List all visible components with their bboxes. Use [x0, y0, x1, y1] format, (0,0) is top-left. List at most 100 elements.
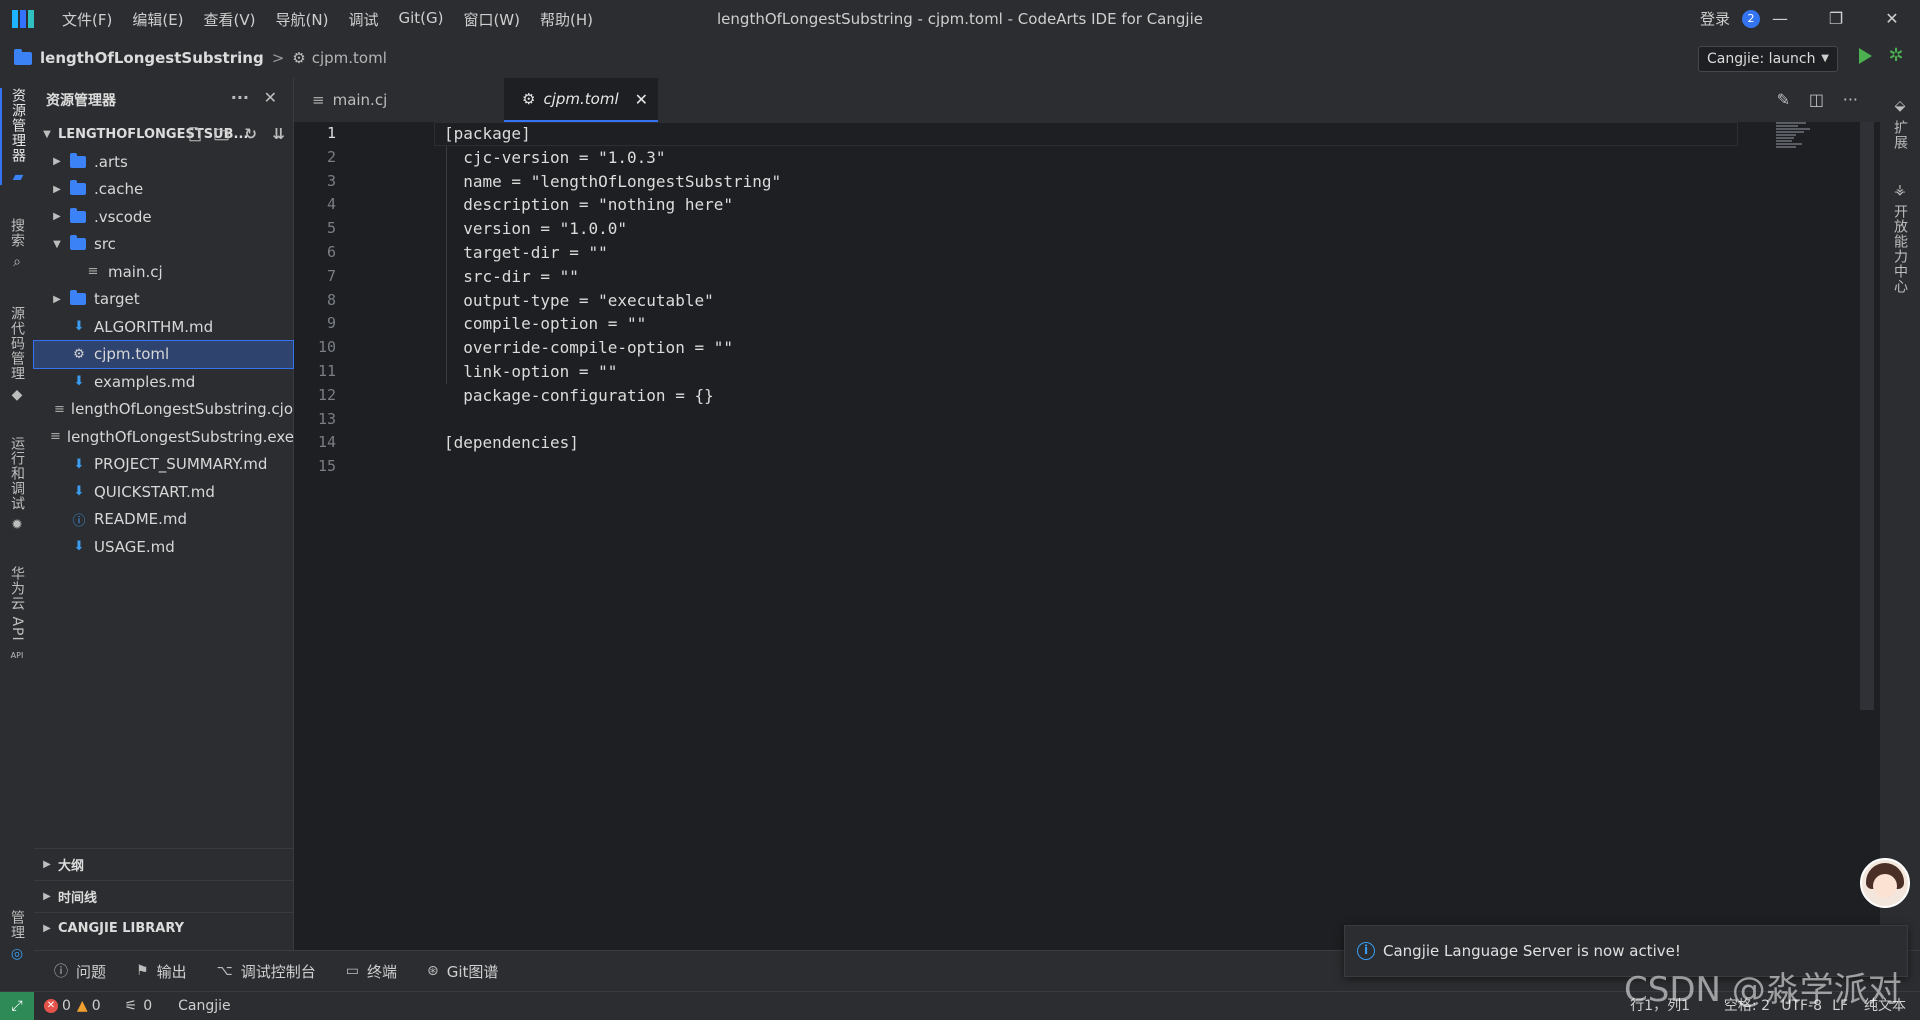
code-line[interactable]: [dependencies]: [444, 431, 781, 455]
code-line[interactable]: package-configuration = {}: [444, 384, 781, 408]
section-cangjie-library[interactable]: ▶ CANGJIE LIBRARY: [34, 912, 293, 944]
run-icon[interactable]: [1859, 48, 1872, 64]
tree-item[interactable]: ⬇ PROJECT_SUMMARY.md: [34, 451, 293, 479]
activity-extensions[interactable]: ⬙ 扩展: [1880, 92, 1920, 150]
project-root[interactable]: ▼ LENGTHOFLONGESTSUB... 🗋 🗀 ↻ ⇊: [34, 122, 293, 146]
minimap[interactable]: [1776, 122, 1820, 152]
more-icon[interactable]: ···: [1843, 90, 1858, 109]
activity-run-debug[interactable]: 运行和调试 ✹: [0, 436, 34, 533]
code-line[interactable]: link-option = "": [444, 360, 781, 384]
minimize-button[interactable]: —: [1752, 0, 1808, 38]
refresh-icon[interactable]: ↻: [244, 125, 257, 143]
tree-item[interactable]: ⓘ README.md: [34, 506, 293, 534]
menu-edit[interactable]: 编辑(E): [122, 9, 193, 30]
status-ports[interactable]: ⚟ 0: [125, 998, 152, 1014]
launch-config-value: Cangjie: launch: [1707, 51, 1816, 67]
tree-item[interactable]: ≡ main.cj: [34, 258, 293, 286]
tree-item[interactable]: ▼ src: [34, 231, 293, 259]
tree-item[interactable]: ≡ lengthOfLongestSubstring.exe: [34, 423, 294, 451]
launch-config-select[interactable]: Cangjie: launch ▼: [1698, 46, 1838, 72]
activity-huawei-api[interactable]: 华为云 API API: [0, 566, 34, 664]
assistant-avatar[interactable]: [1860, 858, 1910, 908]
menu-navigate[interactable]: 导航(N): [266, 9, 339, 30]
code-content[interactable]: [package] cjc-version = "1.0.3" name = "…: [444, 122, 781, 479]
folder-icon: [70, 290, 86, 306]
activity-source-control-label: 源代码管理: [9, 306, 25, 381]
activity-manage[interactable]: 管理 ◎: [0, 910, 34, 962]
editor-scrollbar[interactable]: [1860, 122, 1874, 710]
tree-item[interactable]: ≡ lengthOfLongestSubstring.cjo: [34, 396, 293, 424]
tree-item[interactable]: ⬇ ALGORITHM.md: [34, 313, 293, 341]
menu-help[interactable]: 帮助(H): [530, 9, 603, 30]
section-timeline[interactable]: ▶ 时间线: [34, 880, 293, 912]
breadcrumb-file[interactable]: cjpm.toml: [312, 49, 387, 67]
code-editor[interactable]: 1 2 3 4 5 6 7 8 9 10 11 12 13 14 15 [package] cjc-vers…: [294, 122, 1920, 950]
debug-run-icon[interactable]: ✲: [1886, 46, 1906, 66]
broadcast-icon: ⚟: [124, 998, 138, 1014]
activity-source-control[interactable]: 源代码管理 ◆: [0, 306, 34, 403]
tree-item[interactable]: ⚙ cjpm.toml: [33, 339, 294, 369]
tree-item[interactable]: ▶ .arts: [34, 148, 293, 176]
tree-item-label: lengthOfLongestSubstring.cjo: [70, 400, 293, 419]
status-port-count: 0: [143, 998, 153, 1014]
tab-main-cj[interactable]: ≡ main.cj: [294, 78, 504, 122]
activity-search[interactable]: 搜索 ⌕: [0, 218, 34, 270]
panel-tab-git-graph[interactable]: ⊛ Git图谱: [427, 961, 498, 982]
more-icon[interactable]: ···: [231, 88, 249, 107]
panel-tab-terminal[interactable]: ▭ 终端: [346, 961, 397, 982]
code-line[interactable]: name = "lengthOfLongestSubstring": [444, 170, 781, 194]
code-line[interactable]: [package]: [444, 122, 781, 146]
activity-open-capability[interactable]: ⚶ 开放能力中心: [1880, 176, 1920, 294]
tree-item[interactable]: ⬇ examples.md: [34, 368, 293, 396]
new-file-icon[interactable]: 🗋: [189, 125, 201, 150]
panel-tab-output[interactable]: ⚑ 输出: [136, 961, 187, 982]
remote-icon[interactable]: ⤢: [0, 991, 34, 1020]
code-line[interactable]: [444, 455, 781, 479]
section-outline[interactable]: ▶ 大纲: [34, 848, 293, 880]
panel-tab-output-label: 输出: [156, 962, 187, 981]
login-button[interactable]: 登录: [1700, 0, 1730, 38]
folder-icon: [70, 152, 86, 168]
tree-item[interactable]: ▶ target: [34, 286, 293, 314]
folder-icon: [70, 207, 86, 223]
code-line[interactable]: [444, 408, 781, 432]
code-line[interactable]: description = "nothing here": [444, 193, 781, 217]
menu-debug[interactable]: 调试: [338, 9, 388, 30]
menu-file[interactable]: 文件(F): [52, 9, 122, 30]
tree-item[interactable]: ▶ .vscode: [34, 203, 293, 231]
line-number: 3: [326, 171, 336, 190]
tree-item[interactable]: ▶ .cache: [34, 176, 293, 204]
edit-icon[interactable]: ✎: [1777, 90, 1790, 109]
tab-close-icon[interactable]: ✕: [635, 90, 648, 109]
panel-tab-debug-console[interactable]: ⌥ 调试控制台: [217, 961, 316, 982]
gear-icon: ⚙: [73, 346, 85, 362]
code-line[interactable]: compile-option = "": [444, 312, 781, 336]
tree-item[interactable]: ⬇ QUICKSTART.md: [34, 478, 293, 506]
close-icon[interactable]: ✕: [264, 88, 277, 107]
code-line[interactable]: override-compile-option = "": [444, 336, 781, 360]
maximize-button[interactable]: ❐: [1808, 0, 1864, 38]
code-line[interactable]: cjc-version = "1.0.3": [444, 146, 781, 170]
activity-explorer[interactable]: 资源管理器 ▰: [0, 88, 34, 185]
code-line[interactable]: version = "1.0.0": [444, 217, 781, 241]
menu-git[interactable]: Git(G): [388, 9, 453, 30]
tab-cjpm-toml-label: cjpm.toml: [543, 90, 619, 108]
manage-icon: ◎: [10, 946, 24, 962]
status-language-server[interactable]: Cangjie: [178, 998, 231, 1014]
line-number: 7: [326, 266, 336, 285]
tree-item[interactable]: ⬇ USAGE.md: [34, 533, 293, 561]
panel-tab-problems[interactable]: ⓘ 问题: [54, 961, 106, 982]
code-line[interactable]: output-type = "executable": [444, 289, 781, 313]
menu-window[interactable]: 窗口(W): [453, 9, 530, 30]
code-line[interactable]: target-dir = "": [444, 241, 781, 265]
menu-view[interactable]: 查看(V): [194, 9, 266, 30]
code-line[interactable]: src-dir = "": [444, 265, 781, 289]
split-editor-icon[interactable]: ◫: [1809, 90, 1824, 109]
collapse-all-icon[interactable]: ⇊: [272, 125, 285, 143]
status-problems[interactable]: ✕ 0 ▲ 0: [44, 998, 101, 1014]
new-folder-icon[interactable]: 🗀: [214, 125, 229, 150]
panel-tab-debug-console-label: 调试控制台: [240, 962, 316, 981]
close-window-button[interactable]: ✕: [1864, 0, 1920, 38]
tab-cjpm-toml[interactable]: ⚙ cjpm.toml ✕: [504, 78, 658, 122]
breadcrumb-project[interactable]: lengthOfLongestSubstring: [40, 49, 264, 67]
